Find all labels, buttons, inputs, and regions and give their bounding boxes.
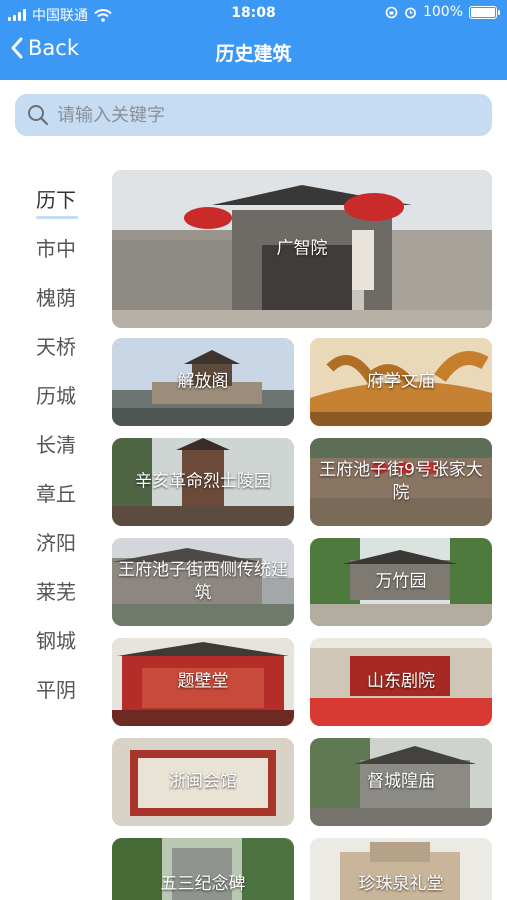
building-name: 辛亥革命烈士陵园 <box>135 471 271 492</box>
district-item-zhangqiu[interactable]: 章丘 <box>36 478 76 507</box>
building-name: 万竹园 <box>375 571 427 592</box>
search-bar[interactable] <box>15 94 492 136</box>
building-card[interactable]: 府学文庙 <box>310 338 492 426</box>
building-name: 督城隍庙 <box>367 771 435 792</box>
building-name: 广智院 <box>276 238 328 259</box>
building-card[interactable]: 督城隍庙 <box>310 738 492 826</box>
district-item-tianqiao[interactable]: 天桥 <box>36 331 76 360</box>
building-name: 题壁堂 <box>177 671 229 692</box>
building-card[interactable]: 解放阁 <box>112 338 294 426</box>
status-bar: 中国联通 18:08 100% <box>0 0 507 28</box>
battery-fill <box>471 7 495 17</box>
building-card[interactable]: 题壁堂 <box>112 638 294 726</box>
search-input[interactable] <box>57 104 457 126</box>
district-item-changqing[interactable]: 长清 <box>36 429 76 458</box>
search-icon <box>28 105 49 126</box>
district-item-licheng[interactable]: 历城 <box>36 380 76 409</box>
district-item-jiyang[interactable]: 济阳 <box>36 527 76 556</box>
orientation-lock-icon <box>385 6 398 18</box>
building-card[interactable]: 王府池子街西侧传统建筑 <box>112 538 294 626</box>
nav-bar: Back 历史建筑 <box>0 30 507 74</box>
building-card[interactable]: 五三纪念碑 <box>112 838 294 900</box>
building-name: 府学文庙 <box>367 371 435 392</box>
app-header: 中国联通 18:08 100% Back 历史建筑 <box>0 0 507 80</box>
page-title: 历史建筑 <box>215 43 292 65</box>
district-item-pingyin[interactable]: 平阴 <box>36 674 76 703</box>
building-card[interactable]: 辛亥革命烈士陵园 <box>112 438 294 526</box>
building-card[interactable]: 珍珠泉礼堂 <box>310 838 492 900</box>
building-name: 王府池子街9号张家大院 <box>319 460 483 503</box>
alarm-icon <box>405 7 416 18</box>
battery-icon <box>469 5 500 19</box>
district-item-laiwu[interactable]: 莱芜 <box>36 576 76 605</box>
building-name: 五三纪念碑 <box>160 874 246 895</box>
building-name: 山东剧院 <box>367 671 435 692</box>
building-name: 珍珠泉礼堂 <box>358 874 444 895</box>
district-item-huaiyin[interactable]: 槐荫 <box>36 282 76 311</box>
building-card[interactable]: 浙闽会馆 <box>112 738 294 826</box>
building-card[interactable]: 王府池子街9号张家大院 <box>310 438 492 526</box>
district-item-lixia[interactable]: 历下 <box>36 184 78 219</box>
building-name: 浙闽会馆 <box>169 771 237 792</box>
district-item-gangcheng[interactable]: 钢城 <box>36 625 76 654</box>
building-card[interactable]: 万竹园 <box>310 538 492 626</box>
building-card[interactable]: 山东剧院 <box>310 638 492 726</box>
district-item-shizhong[interactable]: 市中 <box>36 233 76 262</box>
building-name: 解放阁 <box>177 371 229 392</box>
building-card[interactable]: 广智院 <box>112 170 492 328</box>
building-name: 王府池子街西侧传统建筑 <box>118 560 288 603</box>
battery-percent: 100% <box>422 4 463 20</box>
